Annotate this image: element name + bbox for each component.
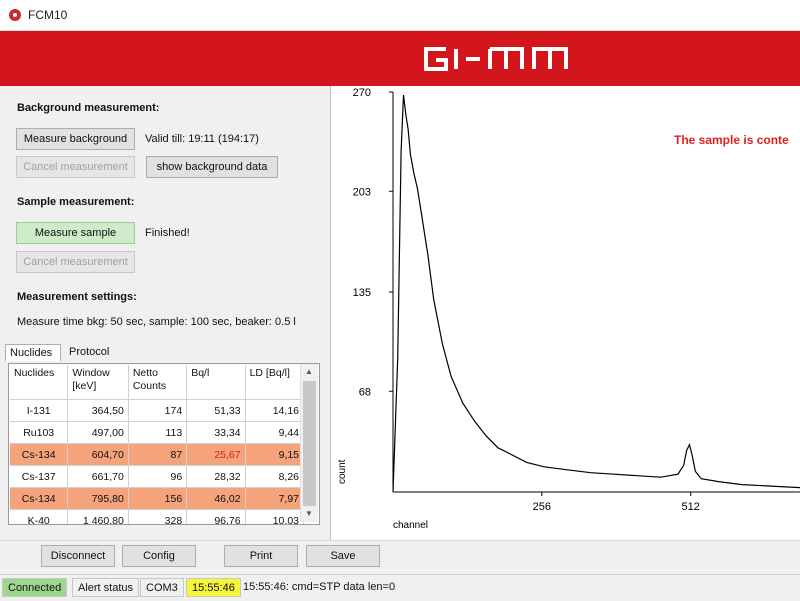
table-cell: 87	[128, 443, 188, 466]
x-tick-label: 512	[682, 501, 700, 513]
table-row[interactable]: K-40 1 460,80 328 96,76 10,03	[10, 509, 305, 524]
table-header-row: Nuclides Window [keV] Netto Counts Bq/l …	[10, 365, 305, 400]
sample-status-text: Finished!	[145, 227, 190, 239]
brand-banner	[0, 31, 800, 86]
table-cell: 497,00	[67, 421, 129, 444]
table-cell: Ru103	[10, 421, 69, 444]
tab-nuclides[interactable]: Nuclides	[5, 344, 61, 361]
spectrum-series-line	[392, 94, 800, 493]
table-cell: 33,34	[186, 421, 246, 444]
table-cell: Cs-134	[10, 443, 69, 466]
y-axis-label: count	[337, 459, 348, 484]
measure-background-button[interactable]: Measure background	[16, 128, 135, 150]
background-section-title: Background measurement:	[17, 102, 160, 114]
table-cell: 96	[128, 465, 188, 488]
measure-sample-button[interactable]: Measure sample	[16, 222, 135, 244]
table-row[interactable]: Cs-134 604,70 87 25,67 9,15	[10, 443, 305, 466]
table-cell: Cs-137	[10, 465, 69, 488]
column-header[interactable]: Netto Counts	[128, 365, 188, 400]
table-cell: 8,26	[245, 465, 305, 488]
table-cell: 14,16	[245, 399, 305, 422]
column-header[interactable]: Nuclides	[10, 365, 69, 400]
background-valid-text: Valid till: 19:11 (194:17)	[145, 133, 259, 145]
tab-protocol[interactable]: Protocol	[65, 344, 117, 361]
x-tick-label: 256	[533, 501, 551, 513]
table-scrollbar[interactable]: ▲ ▼	[300, 364, 318, 522]
table-cell: 174	[128, 399, 188, 422]
disconnect-button[interactable]: Disconnect	[41, 545, 115, 567]
port-status: COM3	[140, 578, 184, 597]
spectrum-chart: 68 135 203 270 256 512 channel count The sample …	[331, 86, 800, 540]
table-cell: 364,50	[67, 399, 129, 422]
table-cell: 25,67	[186, 443, 246, 466]
bottom-button-bar: Disconnect Config Print Save	[0, 540, 800, 575]
table-cell: 28,32	[186, 465, 246, 488]
scrollbar-thumb[interactable]	[303, 381, 316, 506]
column-header[interactable]: LD [Bq/l]	[245, 365, 305, 400]
status-bar: Connected Alert status COM3 15:55:46 15:…	[0, 574, 800, 601]
app-icon	[9, 9, 21, 21]
alert-status: Alert status	[72, 578, 140, 597]
table-cell: 46,02	[186, 487, 246, 510]
table-cell: 51,33	[186, 399, 246, 422]
spectrum-plot: 68 135 203 270 256 512 channel count The sample …	[337, 87, 800, 531]
show-background-data-button[interactable]: show background data	[146, 156, 278, 178]
nuclides-table: Nuclides Window [keV] Netto Counts Bq/l …	[8, 363, 320, 525]
window-title: FCM10	[28, 8, 68, 22]
table-cell: 9,44	[245, 421, 305, 444]
connection-status: Connected	[2, 578, 68, 597]
message-status: 15:55:46: cmd=STP data len=0	[243, 581, 396, 593]
settings-section-title: Measurement settings:	[17, 291, 137, 303]
table-cell: 661,70	[67, 465, 129, 488]
cancel-background-button[interactable]: Cancel measurement	[16, 156, 135, 178]
scroll-down-icon[interactable]: ▼	[305, 509, 313, 518]
cancel-sample-button[interactable]: Cancel measurement	[16, 251, 135, 273]
table-row[interactable]: I-131 364,50 174 51,33 14,16	[10, 399, 305, 422]
table-cell: 795,80	[67, 487, 129, 510]
config-button[interactable]: Config	[122, 545, 196, 567]
title-bar: FCM10	[0, 0, 800, 31]
column-header[interactable]: Window [keV]	[67, 365, 129, 400]
scroll-up-icon[interactable]: ▲	[305, 367, 313, 376]
y-tick-label: 270	[353, 87, 371, 99]
table-cell: 1 460,80	[67, 509, 129, 524]
save-button[interactable]: Save	[306, 545, 380, 567]
table-cell: 96,76	[186, 509, 246, 524]
print-button[interactable]: Print	[224, 545, 298, 567]
company-logo	[424, 47, 568, 71]
table-cell: 604,70	[67, 443, 129, 466]
y-tick-label: 135	[353, 287, 371, 299]
y-tick-label: 68	[359, 386, 371, 398]
table-cell: 7,97	[245, 487, 305, 510]
sample-alert-text: The sample is conte	[674, 133, 789, 147]
column-header[interactable]: Bq/l	[186, 365, 246, 400]
y-tick-label: 203	[353, 186, 371, 198]
x-axis-label: channel	[393, 520, 428, 531]
time-status: 15:55:46	[186, 578, 241, 597]
table-cell: 10,03	[245, 509, 305, 524]
table-row[interactable]: Cs-134 795,80 156 46,02 7,97	[10, 487, 305, 510]
table-row[interactable]: Cs-137 661,70 96 28,32 8,26	[10, 465, 305, 488]
table-cell: I-131	[10, 399, 69, 422]
table-cell: 156	[128, 487, 188, 510]
table-cell: Cs-134	[10, 487, 69, 510]
table-cell: K-40	[10, 509, 69, 524]
table-cell: 9,15	[245, 443, 305, 466]
table-row[interactable]: Ru103 497,00 113 33,34 9,44	[10, 421, 305, 444]
settings-text: Measure time bkg: 50 sec, sample: 100 se…	[17, 316, 296, 328]
sample-section-title: Sample measurement:	[17, 196, 135, 208]
table-cell: 328	[128, 509, 188, 524]
table-cell: 113	[128, 421, 188, 444]
